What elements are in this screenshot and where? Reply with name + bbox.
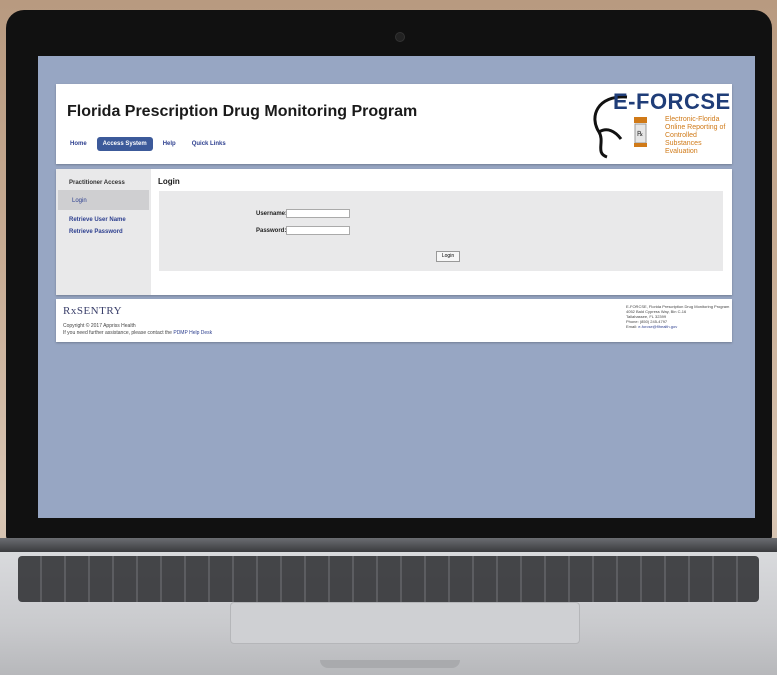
login-heading: Login <box>158 177 180 186</box>
email-prefix: Email: <box>626 324 639 329</box>
laptop-keyboard <box>18 556 759 602</box>
sidebar-item-login[interactable]: Login <box>58 190 149 210</box>
sidebar-heading: Practitioner Access <box>69 180 125 186</box>
logo-subtitle-line: Controlled Substances <box>665 132 702 147</box>
eforcse-logo: ℞ E-FORCSE Electronic-Florida Online Rep… <box>587 87 732 161</box>
username-label: Username: <box>256 211 288 217</box>
site-header: Florida Prescription Drug Monitoring Pro… <box>56 84 732 164</box>
main-nav: Home Access System Help Quick Links <box>64 137 232 151</box>
sidebar: Practitioner Access Login Retrieve User … <box>56 169 151 295</box>
logo-subtitle-line: Online Reporting of <box>665 124 726 131</box>
nav-home[interactable]: Home <box>64 137 93 151</box>
password-label: Password: <box>256 228 287 234</box>
site-footer: RxSENTRY Copyright © 2017 Appriss Health… <box>56 299 732 342</box>
logo-subtitle-line: Evaluation <box>665 148 698 155</box>
laptop-lip <box>320 660 460 668</box>
contact-address: E-FORCSE, Florida Prescription Drug Moni… <box>626 304 730 329</box>
login-form: Username: Password: Login <box>159 191 723 271</box>
assistance-prefix: If you need further assistance, please c… <box>63 330 174 336</box>
laptop-trackpad <box>230 602 580 644</box>
logo-subtitle-line: Electronic-Florida <box>665 116 720 123</box>
laptop-hinge <box>0 538 777 552</box>
sidebar-item-retrieve-password[interactable]: Retrieve Password <box>69 229 123 235</box>
copyright-text: Copyright © 2017 Appriss Health <box>63 323 136 329</box>
email-link[interactable]: e-forcse@flhealth.gov <box>638 324 677 329</box>
nav-access-system[interactable]: Access System <box>96 137 153 151</box>
sidebar-item-retrieve-username[interactable]: Retrieve User Name <box>69 217 126 223</box>
username-input[interactable] <box>286 209 350 218</box>
help-desk-link[interactable]: PDMP Help Desk <box>173 330 212 336</box>
nav-quick-links[interactable]: Quick Links <box>186 137 232 151</box>
logo-title: E-FORCSE <box>613 89 731 114</box>
login-button[interactable]: Login <box>436 251 460 262</box>
password-input[interactable] <box>286 226 350 235</box>
svg-text:℞: ℞ <box>637 130 643 138</box>
main-content: Practitioner Access Login Retrieve User … <box>56 169 732 295</box>
browser-screen: Florida Prescription Drug Monitoring Pro… <box>38 56 755 518</box>
page-title: Florida Prescription Drug Monitoring Pro… <box>67 103 418 120</box>
sidebar-item-label: Login <box>72 198 87 204</box>
assistance-text: If you need further assistance, please c… <box>63 330 212 336</box>
email-line: Email: e-forcse@flhealth.gov <box>626 324 730 329</box>
rxsentry-logo: RxSENTRY <box>63 305 123 317</box>
webcam-icon <box>395 32 405 42</box>
nav-help[interactable]: Help <box>157 137 182 151</box>
logo-subtitle: Electronic-Florida Online Reporting of C… <box>665 116 732 156</box>
